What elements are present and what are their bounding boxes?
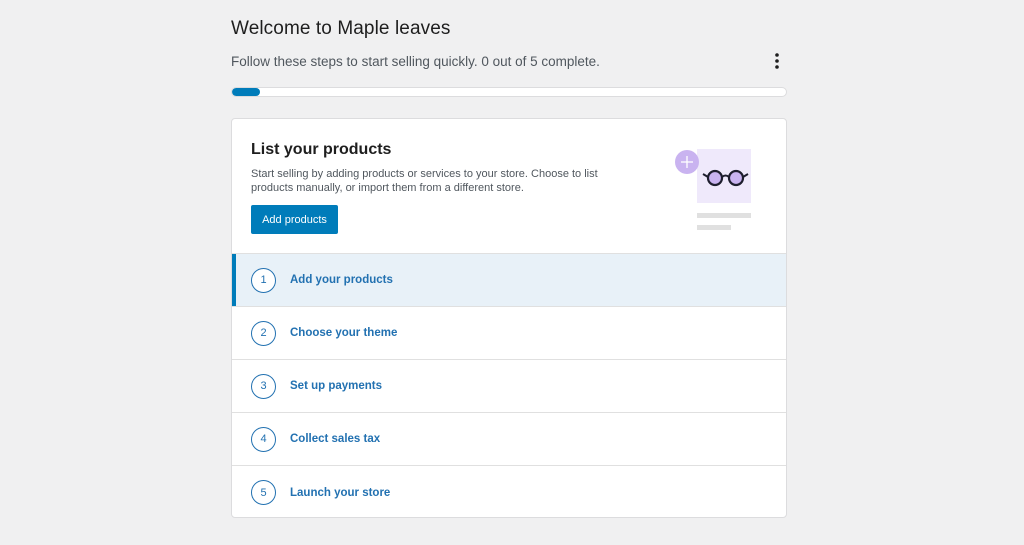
step-number-badge: 4 [251,426,276,452]
task-item-add-products[interactable]: 1 Add your products [232,254,786,307]
task-item-collect-sales-tax[interactable]: 4 Collect sales tax [232,413,786,466]
step-number-badge: 1 [251,267,276,293]
task-title: List your products [251,141,392,158]
task-item-label: Set up payments [290,380,383,392]
task-item-label: Launch your store [290,486,391,499]
task-item-choose-theme[interactable]: 2 Choose your theme [232,307,786,360]
add-products-button[interactable]: Add products [251,205,338,234]
task-card: List your products Start selling by addi… [231,118,787,518]
page-title: Welcome to Maple leaves [231,18,451,39]
task-item-launch-store[interactable]: 5 Launch your store [232,466,786,517]
step-number-badge: 3 [251,373,276,399]
page-subtitle: Follow these steps to start selling quic… [231,54,600,69]
step-number-badge: 2 [251,320,276,346]
current-task-panel: List your products Start selling by addi… [232,119,786,254]
vertical-ellipsis-icon [775,53,779,69]
glasses-product-illustration [675,149,751,230]
task-item-label: Collect sales tax [290,433,381,445]
more-options-button[interactable] [767,50,787,72]
task-description: Start selling by adding products or serv… [251,168,598,194]
task-item-label: Add your products [290,274,393,286]
task-item-set-up-payments[interactable]: 3 Set up payments [232,360,786,413]
step-number-badge: 5 [251,480,276,505]
progress-bar [231,87,787,97]
task-list: 1 Add your products 2 Choose your theme … [232,254,786,517]
progress-bar-fill [232,88,260,96]
task-item-label: Choose your theme [290,327,398,339]
